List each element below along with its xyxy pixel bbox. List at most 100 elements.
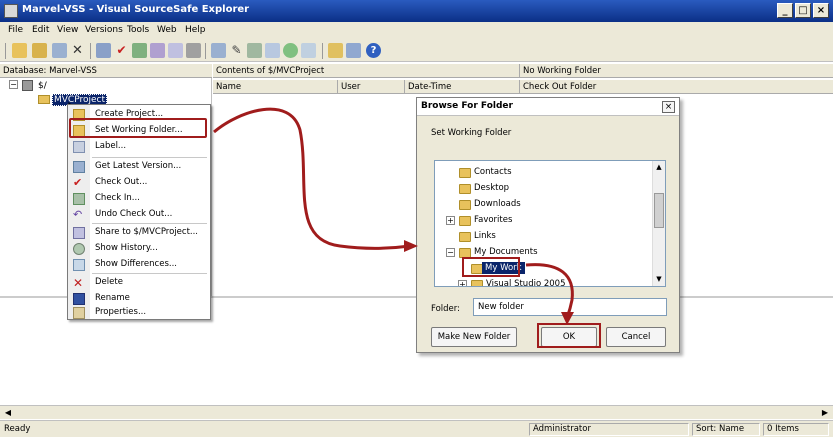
refresh-icon[interactable] [283, 43, 298, 58]
share-icon[interactable] [168, 43, 183, 58]
branch-icon[interactable] [186, 43, 201, 58]
scroll-up-icon[interactable]: ▲ [654, 162, 664, 172]
maximize-button[interactable]: □ [795, 3, 811, 18]
menu-versions[interactable]: Versions [85, 25, 123, 35]
menu-item-delete[interactable]: ✕ Delete [68, 275, 210, 291]
tree-item-visual-studio-2005[interactable]: Visual Studio 2005 [486, 279, 565, 286]
menu-file[interactable]: File [8, 25, 23, 35]
label-icon [73, 141, 85, 153]
status-bar: Ready Administrator Sort: Name 0 Items [0, 420, 833, 437]
menu-item-share[interactable]: Share to $/MVCProject... [68, 225, 210, 241]
status-count: 0 Items [763, 423, 829, 436]
close-button[interactable]: × [813, 3, 829, 18]
tree-expander[interactable]: − [9, 80, 18, 89]
history-icon[interactable] [247, 43, 262, 58]
tree-item-my-documents[interactable]: My Documents [474, 247, 538, 257]
tree-item-favorites[interactable]: Favorites [474, 215, 512, 225]
delete-icon: ✕ [73, 276, 84, 290]
delete-icon[interactable]: ✕ [70, 43, 85, 58]
expand-icon[interactable]: + [446, 216, 455, 225]
expand-icon[interactable]: + [458, 280, 467, 286]
column-user[interactable]: User [338, 80, 405, 94]
menu-item-label: Properties... [95, 307, 147, 317]
title-bar: Marvel-VSS - Visual SourceSafe Explorer … [0, 0, 833, 22]
dialog-close-button[interactable]: × [662, 101, 675, 113]
help-icon[interactable]: ? [366, 43, 381, 58]
tree-item-downloads[interactable]: Downloads [474, 199, 521, 209]
folder-icon [459, 184, 471, 194]
menu-item-label[interactable]: Label... [68, 139, 210, 155]
tree-item-links[interactable]: Links [474, 231, 496, 241]
tree-scrollbar[interactable]: ▲ ▼ [652, 161, 665, 286]
toolbar-separator [205, 43, 206, 59]
menu-item-check-out[interactable]: ✔ Check Out... [68, 175, 210, 191]
menu-item-get-latest[interactable]: Get Latest Version... [68, 159, 210, 175]
new-project-icon[interactable] [32, 43, 47, 58]
folder-icon [459, 200, 471, 210]
check-in-icon [73, 193, 85, 205]
column-check-out-folder[interactable]: Check Out Folder [520, 80, 833, 94]
check-out-icon: ✔ [73, 176, 83, 189]
find-icon[interactable] [211, 43, 226, 58]
menu-separator [92, 273, 207, 274]
menu-web[interactable]: Web [157, 25, 177, 35]
get-latest-icon [73, 161, 85, 173]
folder-input[interactable]: New folder [473, 298, 667, 316]
dialog-title-bar: Browse For Folder × [417, 98, 679, 116]
scroll-left-icon[interactable]: ◀ [2, 407, 14, 419]
dialog-title: Browse For Folder [421, 101, 513, 111]
menu-item-properties[interactable]: Properties... [68, 305, 210, 321]
status-text: Ready [4, 424, 31, 434]
tree-item-desktop[interactable]: Desktop [474, 183, 509, 193]
highlight-ok-button [537, 323, 601, 348]
options-icon[interactable] [346, 43, 361, 58]
menu-view[interactable]: View [57, 25, 78, 35]
menu-item-check-in[interactable]: Check In... [68, 191, 210, 207]
tree-item-contacts[interactable]: Contacts [474, 167, 512, 177]
undo-checkout-icon[interactable] [150, 43, 165, 58]
menu-item-label: Undo Check Out... [95, 209, 173, 219]
column-name[interactable]: Name [213, 80, 338, 94]
folder-icon [459, 216, 471, 226]
horizontal-scrollbar[interactable]: ◀ ▶ [0, 405, 833, 419]
cancel-button[interactable]: Cancel [606, 327, 666, 347]
differences-icon[interactable] [265, 43, 280, 58]
check-in-icon[interactable] [132, 43, 147, 58]
get-latest-icon[interactable] [96, 43, 111, 58]
menu-item-label: Share to $/MVCProject... [95, 227, 199, 237]
status-sort: Sort: Name [692, 423, 760, 436]
undo-checkout-icon: ↶ [73, 208, 83, 221]
highlight-set-working-folder [69, 118, 207, 138]
working-folder-header: No Working Folder [520, 64, 833, 78]
menu-item-show-history[interactable]: Show History... [68, 241, 210, 257]
collapse-icon[interactable]: − [446, 248, 455, 257]
open-icon[interactable] [12, 43, 27, 58]
menu-edit[interactable]: Edit [32, 25, 49, 35]
folder-icon [471, 280, 483, 286]
minimize-button[interactable]: _ [777, 3, 793, 18]
scroll-thumb[interactable] [654, 193, 664, 228]
label-icon[interactable] [301, 43, 316, 58]
menu-item-label: Label... [95, 141, 127, 151]
menu-item-label: Check Out... [95, 177, 148, 187]
search-icon[interactable] [52, 43, 67, 58]
column-date-time[interactable]: Date-Time [405, 80, 520, 94]
folder-label: Folder: [431, 304, 460, 314]
menu-help[interactable]: Help [185, 25, 206, 35]
properties-icon[interactable] [328, 43, 343, 58]
menu-item-undo-check-out[interactable]: ↶ Undo Check Out... [68, 207, 210, 223]
app-icon [4, 4, 18, 18]
edit-icon[interactable]: ✎ [229, 43, 244, 58]
menu-tools[interactable]: Tools [127, 25, 149, 35]
menu-item-show-differences[interactable]: Show Differences... [68, 257, 210, 273]
menu-item-label: Delete [95, 277, 123, 287]
menu-separator [92, 223, 207, 224]
make-new-folder-button[interactable]: Make New Folder [431, 327, 517, 347]
scroll-right-icon[interactable]: ▶ [819, 407, 831, 419]
tree-root[interactable]: $/ [38, 81, 47, 91]
check-out-icon[interactable]: ✔ [114, 43, 129, 58]
database-icon [22, 80, 33, 91]
folder-icon [459, 232, 471, 242]
scroll-down-icon[interactable]: ▼ [654, 274, 664, 284]
toolbar-separator [322, 43, 323, 59]
